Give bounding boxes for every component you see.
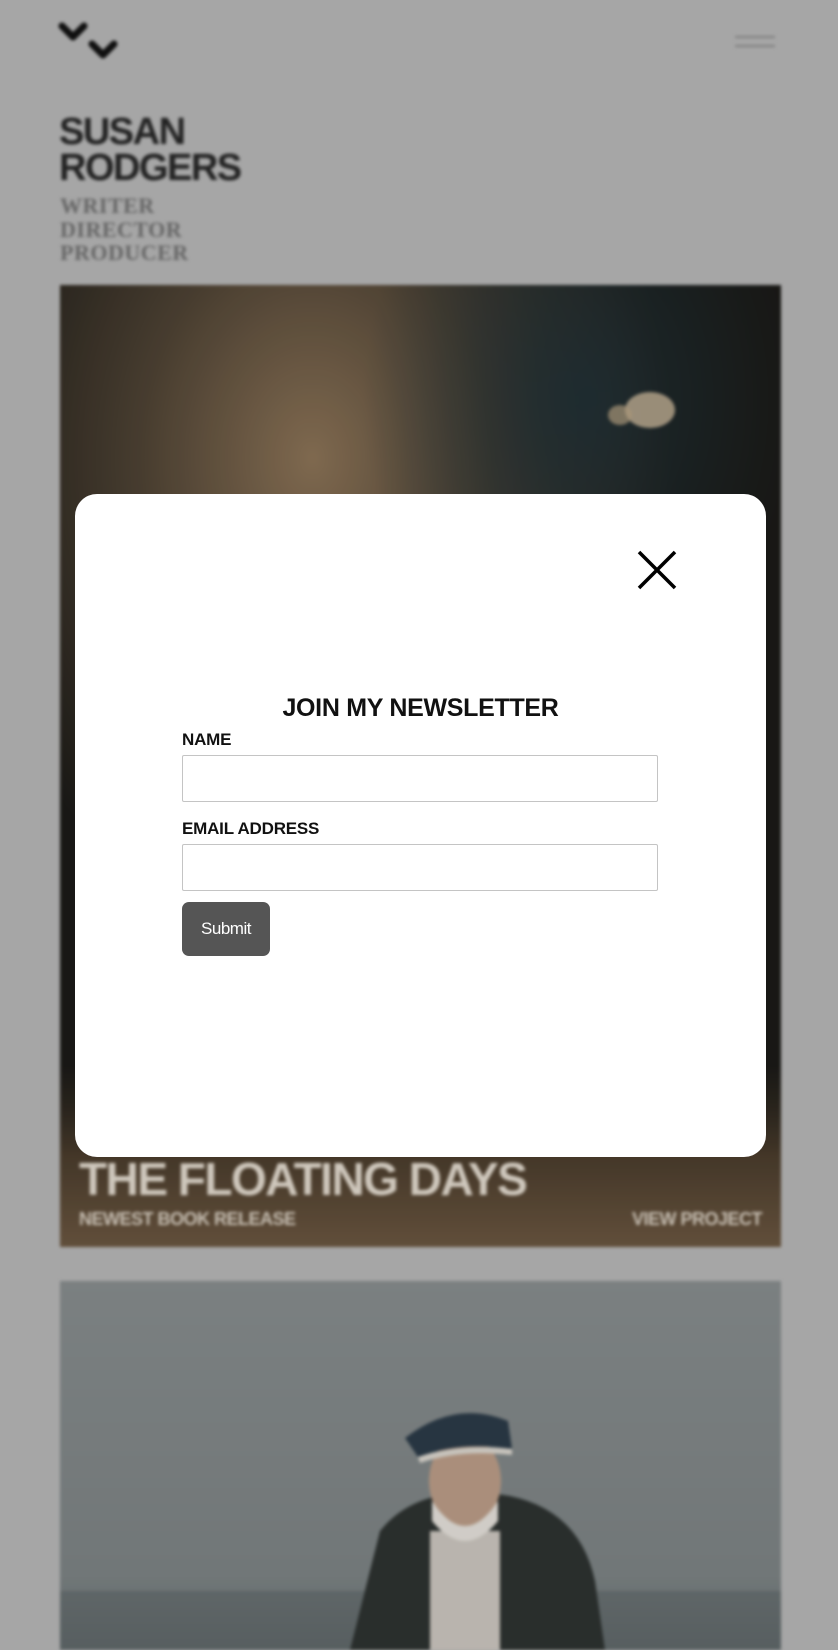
name-field[interactable] xyxy=(182,755,658,802)
name-label: NAME xyxy=(182,730,232,749)
newsletter-heading: JOIN MY NEWSLETTER xyxy=(282,694,559,722)
close-icon[interactable] xyxy=(631,544,683,596)
email-label: EMAIL ADDRESS xyxy=(182,819,320,838)
submit-button[interactable]: Submit xyxy=(182,902,270,956)
newsletter-modal: JOIN MY NEWSLETTER NAME EMAIL ADDRESS Su… xyxy=(75,494,766,1157)
email-field[interactable] xyxy=(182,844,658,891)
